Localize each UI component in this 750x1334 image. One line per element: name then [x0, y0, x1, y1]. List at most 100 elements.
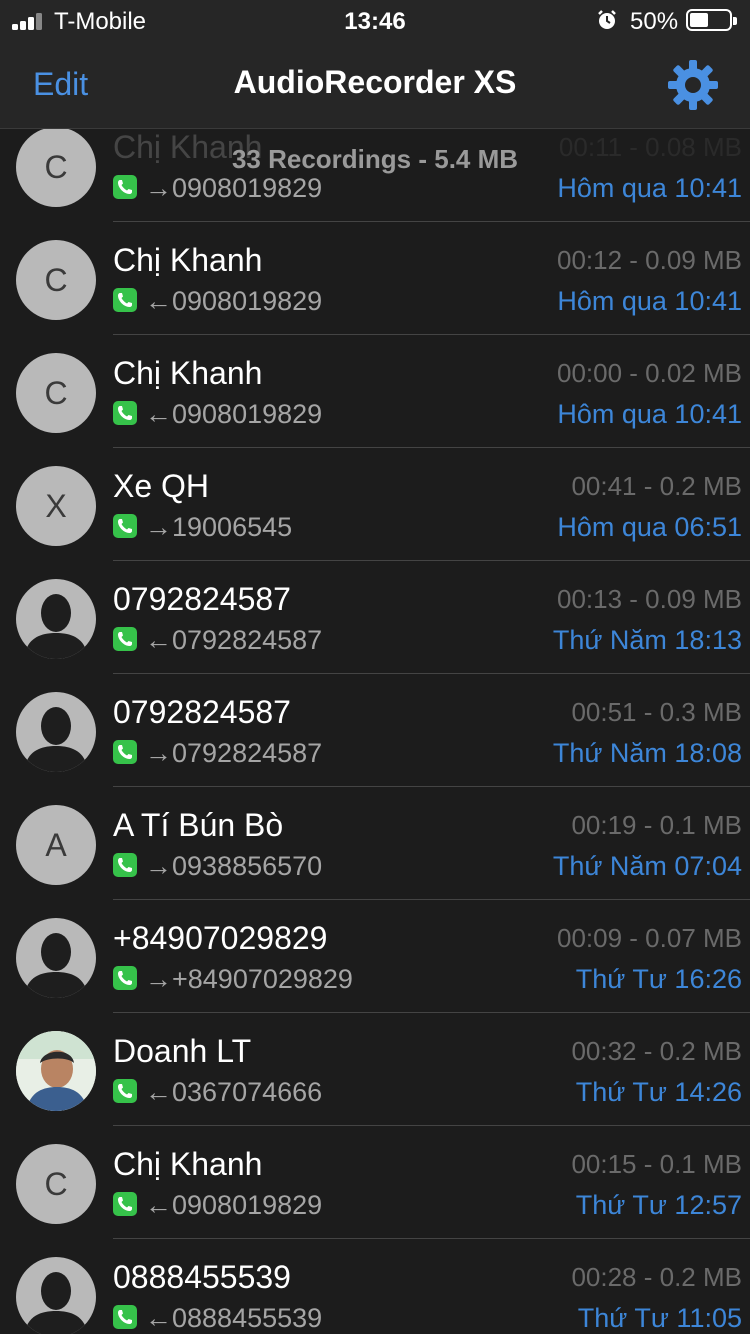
avatar-initial: C [44, 1166, 68, 1202]
contact-avatar: C [16, 240, 96, 320]
outgoing-arrow-icon: → [145, 851, 172, 881]
recording-row[interactable]: X Xe QH 00:41 - 0.2 MB →19006545 Hôm qua 06:… [0, 448, 750, 561]
duration-size: 00:32 - 0.2 MB [571, 1036, 742, 1066]
outgoing-arrow-icon: → [145, 512, 172, 542]
phone-number: ←0908019829 [145, 399, 322, 430]
contact-photo [16, 1031, 96, 1111]
phone-number: →0792824587 [145, 738, 322, 769]
contact-avatar: C [16, 1144, 96, 1224]
recording-date: Thứ Năm 18:08 [552, 738, 742, 768]
phone-number: ←0908019829 [145, 286, 322, 317]
phone-number-text: 0908019829 [172, 286, 323, 316]
phone-number-text: 0792824587 [172, 625, 323, 655]
avatar-initial: A [45, 827, 67, 863]
recording-date: Hôm qua 10:41 [557, 173, 742, 203]
contact-avatar: A [16, 805, 96, 885]
app-title: AudioRecorder XS [233, 64, 517, 100]
phone-number-text: 0888455539 [172, 1303, 323, 1333]
recording-row[interactable]: Doanh LT 00:32 - 0.2 MB ←0367074666 Thứ Tư … [0, 1013, 750, 1126]
contact-name: 0888455539 [113, 1259, 291, 1295]
phone-number-text: 0792824587 [172, 738, 323, 768]
duration-size: 00:15 - 0.1 MB [571, 1149, 742, 1179]
phone-call-icon [113, 853, 137, 877]
incoming-arrow-icon: ← [145, 1303, 172, 1333]
duration-size: 00:12 - 0.09 MB [557, 245, 742, 275]
phone-number: →0908019829 [145, 173, 322, 204]
phone-number-text: 0908019829 [172, 173, 323, 203]
contact-name: Chị Khanh [113, 355, 263, 391]
recording-date: Hôm qua 06:51 [557, 512, 742, 542]
duration-size: 00:28 - 0.2 MB [571, 1262, 742, 1292]
contact-avatar [16, 692, 96, 772]
contact-name: A Tí Bún Bò [113, 807, 284, 843]
phone-call-icon [113, 740, 137, 764]
avatar-initial: X [45, 488, 67, 524]
contact-avatar [16, 1257, 96, 1334]
recording-row[interactable]: C Chị Khanh 00:00 - 0.02 MB ←0908019829 Hôm … [0, 335, 750, 448]
outgoing-arrow-icon: → [145, 964, 172, 994]
phone-call-icon [113, 175, 137, 199]
person-placeholder-icon [24, 1272, 88, 1334]
recording-row[interactable]: +84907029829 00:09 - 0.07 MB →+84907029829… [0, 900, 750, 1013]
phone-number: ←0908019829 [145, 1190, 322, 1221]
recording-row[interactable]: C Chị Khanh 00:15 - 0.1 MB ←0908019829 Thứ T… [0, 1126, 750, 1239]
phone-number: →19006545 [145, 512, 292, 543]
recording-date: Thứ Tư 12:57 [575, 1190, 742, 1220]
recording-date: Thứ Tư 14:26 [575, 1077, 742, 1107]
phone-call-icon [113, 1079, 137, 1103]
phone-number: →0938856570 [145, 851, 322, 882]
contact-name: Chị Khanh [113, 1146, 263, 1182]
recording-row[interactable]: 0792824587 00:51 - 0.3 MB →0792824587 Thứ N… [0, 674, 750, 787]
avatar-initial: C [44, 262, 68, 298]
incoming-arrow-icon: ← [145, 1077, 172, 1107]
duration-size: 00:13 - 0.09 MB [557, 584, 742, 614]
person-placeholder-icon [24, 933, 88, 998]
status-bar: T-Mobile 13:46 50% [0, 0, 750, 40]
phone-number-text: 0908019829 [172, 1190, 323, 1220]
phone-number-text: 0367074666 [172, 1077, 323, 1107]
incoming-arrow-icon: ← [145, 1190, 172, 1220]
recording-date: Thứ Năm 18:13 [552, 625, 742, 655]
recording-date: Thứ Tư 11:05 [577, 1303, 742, 1333]
recording-row[interactable]: 0888455539 00:28 - 0.2 MB ←0888455539 Thứ T… [0, 1239, 750, 1334]
duration-size: 00:00 - 0.02 MB [557, 358, 742, 388]
duration-size: 00:19 - 0.1 MB [571, 810, 742, 840]
contact-name: 0792824587 [113, 581, 291, 617]
recording-date: Hôm qua 10:41 [557, 399, 742, 429]
contact-avatar [16, 918, 96, 998]
phone-call-icon [113, 1192, 137, 1216]
phone-number: ←0888455539 [145, 1303, 322, 1334]
phone-call-icon [113, 966, 137, 990]
recording-date: Thứ Năm 07:04 [552, 851, 742, 881]
battery-icon [686, 9, 737, 31]
recording-row[interactable]: 0792824587 00:13 - 0.09 MB ←0792824587 Thứ … [0, 561, 750, 674]
person-placeholder-icon [24, 594, 88, 659]
outgoing-arrow-icon: → [145, 173, 172, 203]
recording-row[interactable]: A A Tí Bún Bò 00:19 - 0.1 MB →0938856570 Thứ… [0, 787, 750, 900]
phone-number-text: +84907029829 [172, 964, 353, 994]
battery-percentage: 50% [630, 8, 679, 35]
phone-call-icon [113, 288, 137, 312]
contact-avatar [16, 1031, 96, 1111]
contact-name: Doanh LT [113, 1033, 252, 1069]
duration-size: 00:51 - 0.3 MB [571, 697, 742, 727]
phone-call-icon [113, 627, 137, 651]
incoming-arrow-icon: ← [145, 399, 172, 429]
alarm-icon [598, 10, 616, 29]
contact-avatar: X [16, 466, 96, 546]
contact-avatar: C [16, 353, 96, 433]
phone-number-text: 0938856570 [172, 851, 323, 881]
contact-name: Chị Khanh [113, 242, 263, 278]
phone-number-text: 19006545 [172, 512, 293, 542]
recording-date: Thứ Tư 16:26 [575, 964, 742, 994]
recording-row[interactable]: C Chị Khanh 00:12 - 0.09 MB ←0908019829 Hôm … [0, 222, 750, 335]
duration-size: 00:09 - 0.07 MB [557, 923, 742, 953]
gear-icon[interactable] [666, 58, 720, 112]
outgoing-arrow-icon: → [145, 738, 172, 768]
avatar-initial: C [44, 375, 68, 411]
contact-name: Xe QH [113, 468, 210, 504]
phone-number: ←0367074666 [145, 1077, 322, 1108]
phone-number-text: 0908019829 [172, 399, 323, 429]
phone-call-icon [113, 401, 137, 425]
navigation-bar: Edit AudioRecorder XS [0, 40, 750, 129]
